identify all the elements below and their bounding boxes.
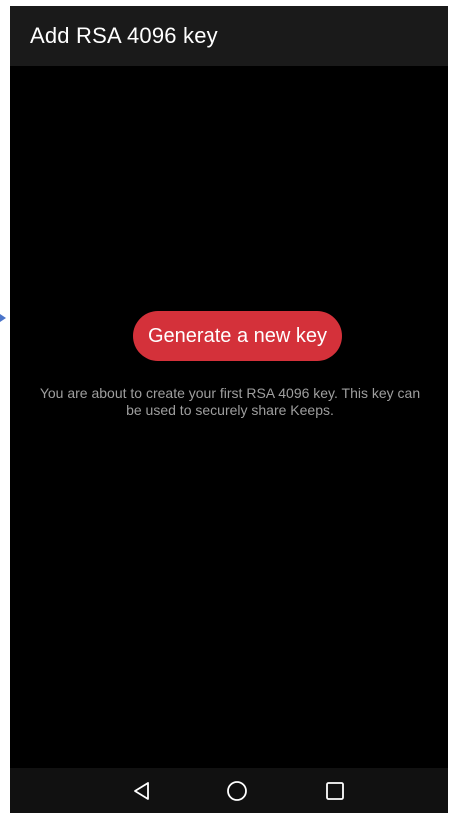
pointer-arrow-icon bbox=[0, 314, 6, 322]
system-navigation-bar bbox=[10, 768, 448, 813]
screenshot-canvas: Add RSA 4096 key Generate a new key You … bbox=[0, 0, 459, 813]
back-triangle-icon bbox=[134, 782, 149, 800]
home-button[interactable] bbox=[222, 776, 252, 806]
page-title: Add RSA 4096 key bbox=[30, 23, 218, 48]
phone-screen: Add RSA 4096 key Generate a new key You … bbox=[10, 6, 448, 813]
info-text: You are about to create your first RSA 4… bbox=[39, 385, 421, 418]
recents-button[interactable] bbox=[320, 776, 350, 806]
recents-square-icon bbox=[326, 782, 344, 800]
app-bar: Add RSA 4096 key bbox=[10, 6, 448, 66]
generate-new-key-button[interactable]: Generate a new key bbox=[133, 311, 342, 361]
home-circle-icon bbox=[227, 781, 247, 801]
main-content: Generate a new key You are about to crea… bbox=[10, 66, 448, 768]
back-button[interactable] bbox=[127, 776, 157, 806]
